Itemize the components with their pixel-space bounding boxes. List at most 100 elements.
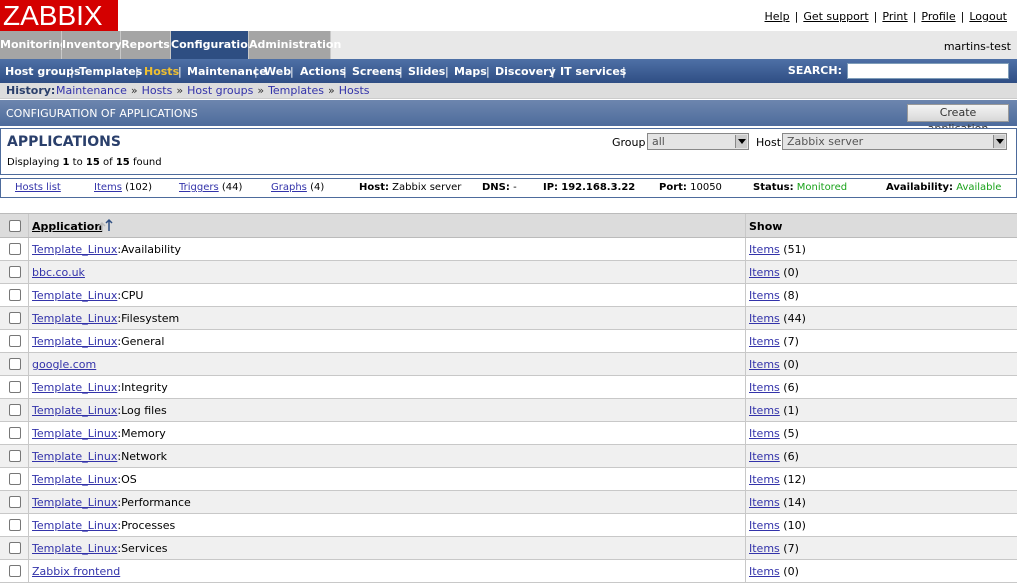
group-select[interactable]: all <box>647 133 749 150</box>
items-link[interactable]: Items <box>749 519 780 532</box>
column-header-application[interactable]: Application <box>32 220 102 233</box>
column-divider <box>745 445 746 467</box>
items-link[interactable]: Items <box>749 243 780 256</box>
submenu-item-templates[interactable]: Templates <box>79 65 142 78</box>
displaying-count: Displaying 1 to 15 of 15 found <box>7 157 162 168</box>
submenu-item-discovery[interactable]: Discovery <box>495 65 556 78</box>
submenu-item-web[interactable]: Web <box>264 65 291 78</box>
submenu-item-hosts[interactable]: Hosts <box>144 65 179 78</box>
items-link[interactable]: Items <box>749 473 780 486</box>
template-link[interactable]: Template_Linux <box>32 427 117 440</box>
application-link[interactable]: bbc.co.uk <box>32 266 85 279</box>
column-divider <box>745 491 746 513</box>
items-link[interactable]: Items <box>749 565 780 578</box>
breadcrumb-item[interactable]: Templates <box>268 84 324 97</box>
applications-panel: APPLICATIONS Displaying 1 to 15 of 15 fo… <box>0 128 1017 175</box>
items-link[interactable]: Items <box>749 266 780 279</box>
zabbix-logo[interactable]: ZABBIX <box>0 0 118 31</box>
template-link[interactable]: Template_Linux <box>32 450 117 463</box>
row-checkbox[interactable] <box>9 243 21 255</box>
submenu-item-it-services[interactable]: IT services <box>560 65 626 78</box>
breadcrumb-item[interactable]: Host groups <box>187 84 253 97</box>
hosts-list-link[interactable]: Hosts list <box>15 182 61 193</box>
submenu-item-actions[interactable]: Actions <box>300 65 346 78</box>
row-checkbox[interactable] <box>9 358 21 370</box>
search-input[interactable] <box>847 63 1009 79</box>
graphs-count: (4) <box>310 182 325 193</box>
triggers-link[interactable]: Triggers <box>179 182 219 193</box>
row-checkbox[interactable] <box>9 427 21 439</box>
table-row: Template_Linux:Processes Items (10) <box>0 514 1017 537</box>
breadcrumb-item[interactable]: Maintenance <box>56 84 127 97</box>
items-link[interactable]: Items <box>749 335 780 348</box>
row-checkbox[interactable] <box>9 289 21 301</box>
submenu-item-maps[interactable]: Maps <box>454 65 487 78</box>
template-link[interactable]: Template_Linux <box>32 312 117 325</box>
table-row: Template_Linux:Availability Items (51) <box>0 238 1017 261</box>
top-header: ZABBIX Help | Get support | Print | Profile | Lo… <box>0 0 1017 31</box>
items-link[interactable]: Items <box>94 182 122 193</box>
row-checkbox[interactable] <box>9 496 21 508</box>
application-link[interactable]: Zabbix frontend <box>32 565 120 578</box>
show-cell: Items (5) <box>749 427 799 440</box>
row-checkbox[interactable] <box>9 312 21 324</box>
items-link[interactable]: Items <box>749 427 780 440</box>
row-checkbox[interactable] <box>9 381 21 393</box>
application-name: Log files <box>121 404 167 417</box>
tab-monitoring[interactable]: Monitoring <box>0 31 68 59</box>
column-divider <box>745 537 746 559</box>
row-checkbox[interactable] <box>9 266 21 278</box>
port-value: 10050 <box>690 182 722 193</box>
graphs-link[interactable]: Graphs <box>271 182 307 193</box>
tab-reports[interactable]: Reports <box>121 31 171 59</box>
breadcrumb-item[interactable]: Hosts <box>339 84 370 97</box>
template-link[interactable]: Template_Linux <box>32 542 117 555</box>
row-checkbox[interactable] <box>9 473 21 485</box>
logout-link[interactable]: Logout <box>969 10 1007 23</box>
items-link[interactable]: Items <box>749 358 780 371</box>
breadcrumb-item[interactable]: Hosts <box>142 84 173 97</box>
template-link[interactable]: Template_Linux <box>32 404 117 417</box>
row-checkbox[interactable] <box>9 450 21 462</box>
profile-link[interactable]: Profile <box>921 10 955 23</box>
submenu-item-slides[interactable]: Slides <box>408 65 445 78</box>
items-link[interactable]: Items <box>749 381 780 394</box>
submenu-item-screens[interactable]: Screens <box>352 65 401 78</box>
row-checkbox[interactable] <box>9 565 21 577</box>
template-link[interactable]: Template_Linux <box>32 496 117 509</box>
row-checkbox[interactable] <box>9 542 21 554</box>
template-link[interactable]: Template_Linux <box>32 243 117 256</box>
column-divider <box>745 307 746 329</box>
items-link[interactable]: Items <box>749 289 780 302</box>
help-link[interactable]: Help <box>765 10 790 23</box>
select-all-checkbox[interactable] <box>9 220 21 232</box>
template-link[interactable]: Template_Linux <box>32 473 117 486</box>
port-info: Port: 10050 <box>659 182 722 193</box>
print-link[interactable]: Print <box>882 10 907 23</box>
main-menu: Monitoring Inventory Reports Configurati… <box>0 31 1017 59</box>
column-divider <box>28 422 29 444</box>
items-link[interactable]: Items <box>749 496 780 509</box>
items-link[interactable]: Items <box>749 312 780 325</box>
template-link[interactable]: Template_Linux <box>32 335 117 348</box>
column-divider <box>745 468 746 490</box>
application-name: CPU <box>121 289 144 302</box>
create-application-button[interactable]: Create application <box>907 104 1009 135</box>
row-checkbox[interactable] <box>9 519 21 531</box>
template-link[interactable]: Template_Linux <box>32 289 117 302</box>
triggers-count: (44) <box>221 182 243 193</box>
host-select[interactable]: Zabbix server <box>782 133 1007 150</box>
breadcrumb: Maintenance» Hosts» Host groups» Templates»… <box>56 84 370 97</box>
template-link[interactable]: Template_Linux <box>32 519 117 532</box>
application-link[interactable]: google.com <box>32 358 96 371</box>
items-link[interactable]: Items <box>749 404 780 417</box>
items-link[interactable]: Items <box>749 542 780 555</box>
tab-inventory[interactable]: Inventory <box>62 31 122 59</box>
items-link[interactable]: Items <box>749 450 780 463</box>
template-link[interactable]: Template_Linux <box>32 381 117 394</box>
row-checkbox[interactable] <box>9 335 21 347</box>
get-support-link[interactable]: Get support <box>803 10 868 23</box>
tab-administration[interactable]: Administration <box>249 31 341 59</box>
row-checkbox[interactable] <box>9 404 21 416</box>
tab-configuration[interactable]: Configuration <box>171 31 256 59</box>
